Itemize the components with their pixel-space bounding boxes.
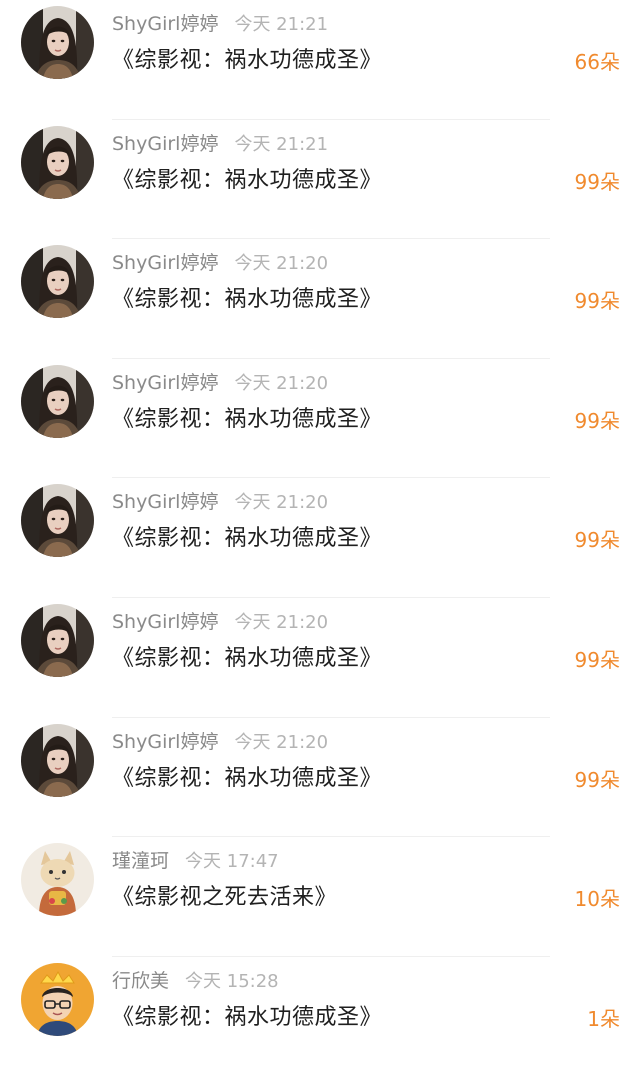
list-item[interactable]: ShyGirl婷婷 今天 21:20 《综影视：祸水功德成圣》 99朵 <box>0 478 640 598</box>
list-item[interactable]: ShyGirl婷婷 今天 21:21 《综影视：祸水功德成圣》 66朵 <box>0 0 640 120</box>
avatar[interactable] <box>21 723 94 797</box>
woman-portrait-icon <box>21 245 94 319</box>
timestamp: 今天 21:20 <box>234 492 329 514</box>
book-title[interactable]: 《综影视：祸水功德成圣》 <box>112 283 382 317</box>
timestamp: 今天 21:20 <box>234 253 329 275</box>
flower-count: 66朵 <box>574 50 620 74</box>
user-name[interactable]: 瑾潼珂 <box>112 850 169 872</box>
timestamp: 今天 21:20 <box>234 731 329 753</box>
user-name[interactable]: ShyGirl婷婷 <box>112 252 218 274</box>
book-title[interactable]: 《综影视之死去活来》 <box>112 881 337 915</box>
user-name[interactable]: 行欣美 <box>112 970 169 992</box>
book-title[interactable]: 《综影视：祸水功德成圣》 <box>112 1001 382 1035</box>
avatar[interactable] <box>21 364 94 438</box>
user-name[interactable]: ShyGirl婷婷 <box>112 13 218 35</box>
book-title[interactable]: 《综影视：祸水功德成圣》 <box>112 164 382 198</box>
avatar[interactable] <box>21 603 94 677</box>
book-title[interactable]: 《综影视：祸水功德成圣》 <box>112 44 382 78</box>
avatar[interactable] <box>21 245 94 319</box>
timestamp: 今天 17:47 <box>185 851 279 873</box>
item-meta: ShyGirl婷婷 今天 21:20 <box>112 608 328 636</box>
item-meta: ShyGirl婷婷 今天 21:21 <box>112 130 328 158</box>
woman-portrait-icon <box>21 723 94 797</box>
avatar[interactable] <box>21 962 94 1036</box>
item-meta: ShyGirl婷婷 今天 21:20 <box>112 728 328 756</box>
list-item[interactable]: ShyGirl婷婷 今天 21:20 《综影视：祸水功德成圣》 99朵 <box>0 359 640 479</box>
item-meta: ShyGirl婷婷 今天 21:20 <box>112 249 328 277</box>
flower-count: 99朵 <box>574 767 620 792</box>
list-item[interactable]: ShyGirl婷婷 今天 21:20 《综影视：祸水功德成圣》 99朵 <box>0 239 640 359</box>
crowned-avatar-icon <box>21 962 94 1036</box>
book-title[interactable]: 《综影视：祸水功德成圣》 <box>112 403 382 437</box>
gift-record-list: ShyGirl婷婷 今天 21:21 《综影视：祸水功德成圣》 66朵 ShyGi… <box>0 0 640 1058</box>
flower-count: 10朵 <box>574 887 620 912</box>
woman-portrait-icon <box>21 603 94 677</box>
item-meta: 行欣美 今天 15:28 <box>112 967 279 995</box>
list-item[interactable]: 行欣美 今天 15:28 《综影视：祸水功德成圣》 1朵 <box>0 957 640 1076</box>
woman-portrait-icon <box>21 125 94 199</box>
timestamp: 今天 21:21 <box>234 133 329 155</box>
book-title[interactable]: 《综影视：祸水功德成圣》 <box>112 522 382 556</box>
flower-count: 99朵 <box>574 289 620 314</box>
item-meta: ShyGirl婷婷 今天 21:20 <box>112 488 328 516</box>
cartoon-cat-icon <box>21 843 94 917</box>
user-name[interactable]: ShyGirl婷婷 <box>112 491 218 513</box>
user-name[interactable]: ShyGirl婷婷 <box>112 133 218 155</box>
flower-count: 99朵 <box>574 528 620 553</box>
timestamp: 今天 21:21 <box>234 14 329 35</box>
avatar[interactable] <box>21 6 94 79</box>
user-name[interactable]: ShyGirl婷婷 <box>112 372 218 394</box>
flower-count: 99朵 <box>574 647 620 672</box>
list-item[interactable]: ShyGirl婷婷 今天 21:20 《综影视：祸水功德成圣》 99朵 <box>0 598 640 718</box>
woman-portrait-icon <box>21 484 94 558</box>
timestamp: 今天 21:20 <box>234 611 329 633</box>
woman-portrait-icon <box>21 364 94 438</box>
item-meta: ShyGirl婷婷 今天 21:21 <box>112 10 328 38</box>
book-title[interactable]: 《综影视：祸水功德成圣》 <box>112 762 382 796</box>
book-title[interactable]: 《综影视：祸水功德成圣》 <box>112 642 382 676</box>
item-meta: ShyGirl婷婷 今天 21:20 <box>112 369 328 397</box>
flower-count: 99朵 <box>574 169 620 194</box>
list-item[interactable]: ShyGirl婷婷 今天 21:21 《综影视：祸水功德成圣》 99朵 <box>0 120 640 240</box>
timestamp: 今天 15:28 <box>185 970 279 992</box>
avatar[interactable] <box>21 843 94 917</box>
woman-portrait-icon <box>21 6 94 79</box>
list-item[interactable]: 瑾潼珂 今天 17:47 《综影视之死去活来》 10朵 <box>0 837 640 957</box>
item-meta: 瑾潼珂 今天 17:47 <box>112 847 279 875</box>
avatar[interactable] <box>21 125 94 199</box>
flower-count: 99朵 <box>574 408 620 433</box>
timestamp: 今天 21:20 <box>234 372 329 394</box>
avatar[interactable] <box>21 484 94 558</box>
list-item[interactable]: ShyGirl婷婷 今天 21:20 《综影视：祸水功德成圣》 99朵 <box>0 718 640 838</box>
user-name[interactable]: ShyGirl婷婷 <box>112 731 218 753</box>
flower-count: 1朵 <box>587 1006 620 1031</box>
user-name[interactable]: ShyGirl婷婷 <box>112 611 218 633</box>
